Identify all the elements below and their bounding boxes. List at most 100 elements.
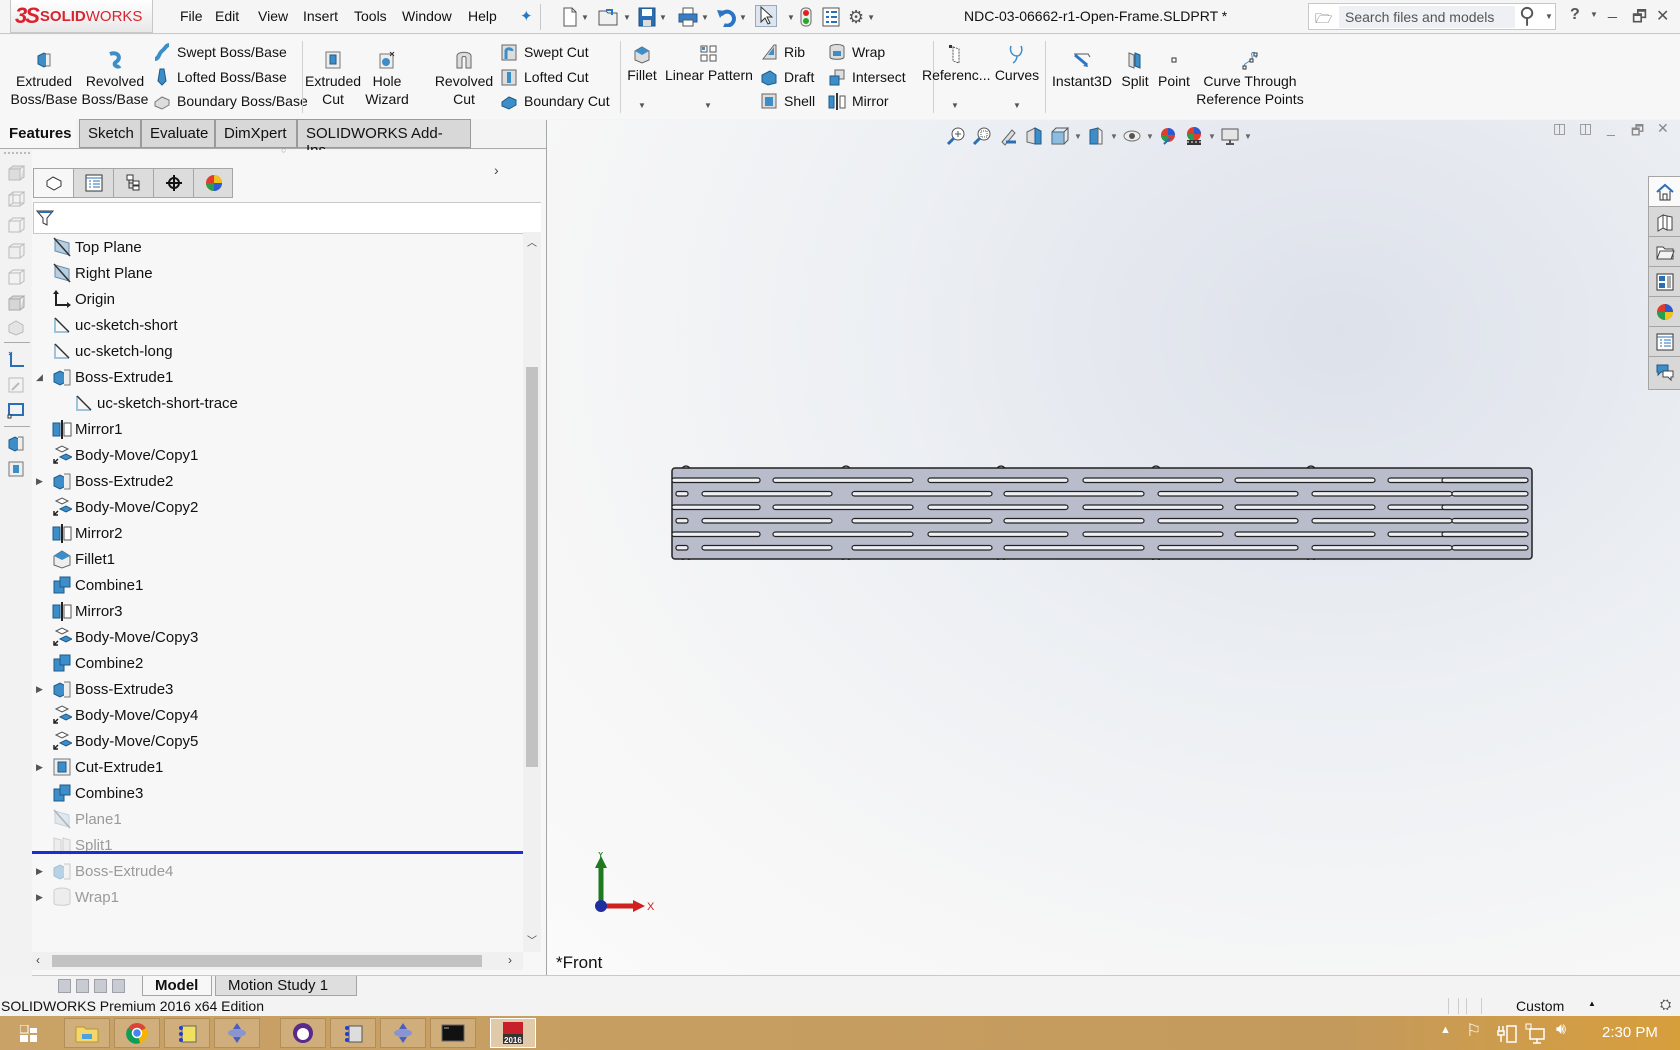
viewport-close-button[interactable]: ✕ <box>1657 120 1669 137</box>
last-tab-button[interactable] <box>112 979 125 993</box>
rib-button[interactable]: Rib <box>760 41 805 63</box>
rollback-bar[interactable] <box>32 851 523 854</box>
feature-tree-item[interactable]: uc-sketch-short-trace <box>32 390 522 416</box>
appearances-tab[interactable] <box>1649 297 1680 327</box>
chevron-up-icon[interactable]: ▲ <box>1588 999 1596 1008</box>
graphics-area[interactable]: ▼ ▼ ▼ ▼ ▼ ◫ ◫ _ 🗗 ✕ Y X *Front <box>546 120 1680 975</box>
chevron-down-icon[interactable]: ▼ <box>1545 12 1553 21</box>
start-button[interactable] <box>19 1024 38 1043</box>
volume-icon[interactable]: 🔊︎ <box>1556 1021 1566 1039</box>
pin-menu-icon[interactable]: ✦ <box>520 7 533 25</box>
feature-tree-item[interactable]: Fillet1 <box>32 546 522 572</box>
solidworks-resources-tab[interactable] <box>1649 177 1680 207</box>
custom-properties-tab[interactable] <box>1649 327 1680 357</box>
shaded-with-edges-icon[interactable] <box>7 294 25 312</box>
shaded-edges-icon[interactable] <box>7 268 25 286</box>
boundary-cut-button[interactable]: Boundary Cut <box>500 90 610 112</box>
feature-tree-item[interactable]: Combine3 <box>32 780 522 806</box>
curve-through-reference-points-button[interactable]: Curve Through Reference Points <box>1196 50 1304 108</box>
extruded-cut-button[interactable]: Extruded Cut <box>305 50 361 108</box>
scroll-up-icon[interactable]: ︿ <box>527 234 537 249</box>
forum-tab[interactable] <box>1649 357 1680 387</box>
part-model-front-view[interactable] <box>669 460 1535 560</box>
view-settings-button[interactable] <box>1217 125 1243 147</box>
taskbar-eclipse-app[interactable] <box>280 1018 326 1048</box>
feature-tree-item[interactable]: ▶ Boss-Extrude4 <box>32 858 522 884</box>
dimxpert-manager-tab[interactable] <box>154 169 194 197</box>
scroll-left-icon[interactable]: ‹ <box>36 953 40 967</box>
section-view-button[interactable] <box>1021 125 1047 147</box>
sketch-grid-icon[interactable] <box>7 350 25 368</box>
feature-tree-item[interactable]: Mirror2 <box>32 520 522 546</box>
configuration-manager-tab[interactable] <box>114 169 154 197</box>
display-manager-tab[interactable] <box>194 169 234 197</box>
next-tab-button[interactable] <box>94 979 107 993</box>
shaded-solid-icon[interactable] <box>7 318 25 336</box>
taskbar-vpn-app[interactable] <box>214 1018 260 1048</box>
feature-tree-item[interactable]: Combine2 <box>32 650 522 676</box>
tab-model[interactable]: Model <box>142 976 212 996</box>
select-button[interactable] <box>755 5 777 27</box>
lofted-cut-button[interactable]: Lofted Cut <box>500 66 589 88</box>
menu-help[interactable]: Help <box>468 8 497 24</box>
zoom-to-area-button[interactable] <box>969 125 995 147</box>
clock[interactable]: 2:30 PM <box>1602 1024 1658 1041</box>
reference-geometry-button[interactable]: Referenc... <box>922 44 990 84</box>
display-style-button[interactable] <box>1083 125 1109 147</box>
rectangle-icon[interactable] <box>7 402 25 420</box>
file-properties-button[interactable] <box>822 6 840 28</box>
feature-tree-item[interactable]: Body-Move/Copy3 <box>32 624 522 650</box>
hidden-lines-visible-icon[interactable] <box>7 216 25 234</box>
feature-tree-item[interactable]: ◢ Boss-Extrude1 <box>32 364 522 390</box>
view-palette-tab[interactable] <box>1649 267 1680 297</box>
curves-button[interactable]: Curves <box>992 44 1042 84</box>
view-orientation-button[interactable] <box>1047 125 1073 147</box>
previous-tab-button[interactable] <box>76 979 89 993</box>
boundary-boss-button[interactable]: Boundary Boss/Base <box>153 90 308 112</box>
feature-manager-tree-tab[interactable] <box>34 169 74 197</box>
chevron-down-icon[interactable]: ▼ <box>1145 132 1155 141</box>
viewport-minimize-button[interactable]: _ <box>1607 120 1615 136</box>
taskbar-vpn-app-2[interactable] <box>380 1018 426 1048</box>
zoom-to-fit-button[interactable] <box>943 125 969 147</box>
save-button[interactable]: ▼ <box>638 6 667 28</box>
extruded-boss-icon[interactable] <box>7 434 25 452</box>
show-hidden-icons-chevron[interactable]: ▲ <box>1440 1024 1451 1036</box>
battery-icon[interactable] <box>1496 1024 1518 1044</box>
new-document-button[interactable]: ▼ <box>562 6 589 28</box>
chevron-down-icon[interactable]: ▼ <box>1207 132 1217 141</box>
extruded-cut-icon[interactable] <box>7 460 25 478</box>
feature-tree-item[interactable]: Body-Move/Copy2 <box>32 494 522 520</box>
expand-panel-chevron-icon[interactable]: › <box>494 162 499 178</box>
tab-solidworks-add-ins[interactable]: SOLIDWORKS Add-Ins <box>297 119 471 159</box>
taskbar-chrome[interactable] <box>114 1018 160 1048</box>
linear-pattern-dropdown-icon[interactable]: ▼ <box>704 101 712 110</box>
help-dropdown-icon[interactable]: ▼ <box>1590 10 1598 19</box>
help-button[interactable]: ? <box>1570 6 1580 24</box>
taskbar-terminal[interactable] <box>430 1018 476 1048</box>
curves-dropdown-icon[interactable]: ▼ <box>1013 101 1021 110</box>
search-input[interactable]: Search files and models <box>1339 6 1515 28</box>
splitter-handle[interactable]: ○ <box>281 145 286 155</box>
feature-tree-item[interactable]: Body-Move/Copy4 <box>32 702 522 728</box>
feature-tree-item[interactable]: Origin <box>32 286 522 312</box>
menu-edit[interactable]: Edit <box>215 8 239 24</box>
taskbar-solidworks-2016[interactable]: 2016 <box>490 1018 536 1048</box>
feature-tree-item[interactable]: ▶ Boss-Extrude2 <box>32 468 522 494</box>
tile-left-icon[interactable]: ◫ <box>1553 120 1566 137</box>
rebuild-button[interactable] <box>800 6 812 28</box>
search-icon[interactable]: ⚲ <box>1519 3 1535 29</box>
revolved-cut-button[interactable]: Revolved Cut <box>434 50 494 108</box>
options-button[interactable]: ⚙ ▼ <box>848 6 875 28</box>
menu-tools[interactable]: Tools <box>354 8 387 24</box>
mirror-button[interactable]: Mirror <box>828 90 889 112</box>
scrollbar-thumb[interactable] <box>52 955 482 967</box>
feature-tree-item[interactable]: Top Plane <box>32 234 522 260</box>
design-library-tab[interactable] <box>1649 207 1680 237</box>
reference-dropdown-icon[interactable]: ▼ <box>951 101 959 110</box>
menu-insert[interactable]: Insert <box>303 8 338 24</box>
feature-tree-item[interactable]: Mirror3 <box>32 598 522 624</box>
hide-show-items-button[interactable] <box>1119 125 1145 147</box>
hole-wizard-button[interactable]: Hole Wizard <box>362 50 412 108</box>
swept-boss-button[interactable]: Swept Boss/Base <box>153 41 287 63</box>
